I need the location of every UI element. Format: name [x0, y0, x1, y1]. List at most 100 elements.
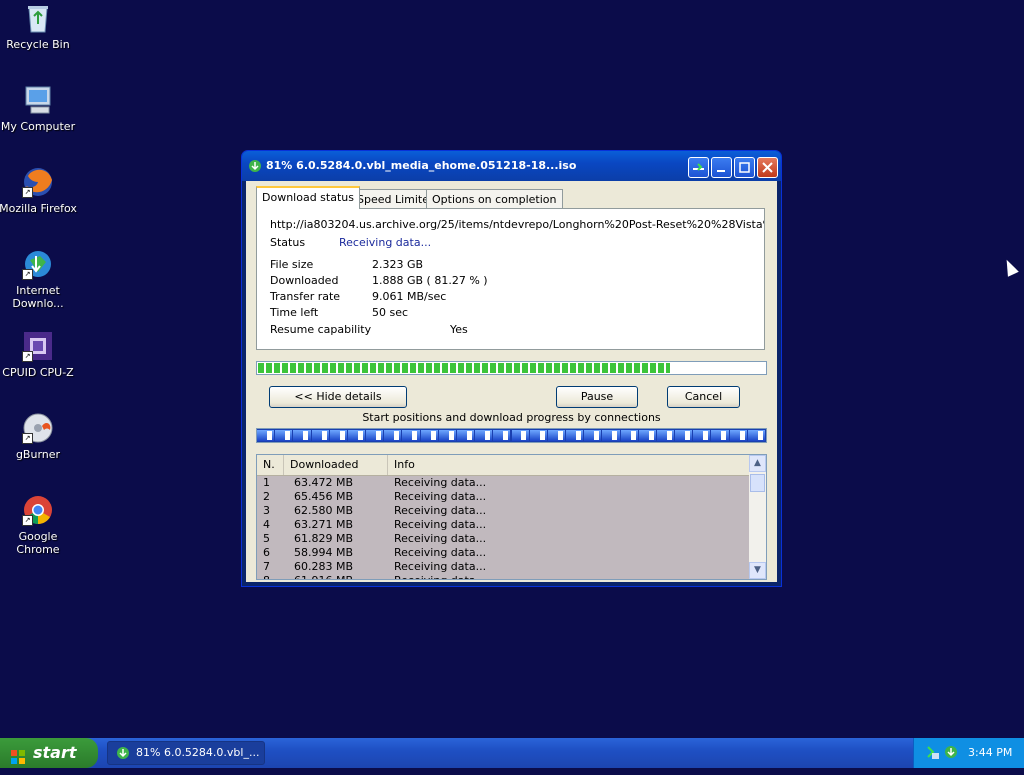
window-titlebar[interactable]: 81% 6.0.5284.0.vbl_media_ehome.051218-18… [242, 151, 781, 181]
connection-start-marker [448, 431, 454, 440]
clock[interactable]: 3:44 PM [968, 746, 1012, 759]
connections-progress-bar [256, 428, 767, 443]
connection-row[interactable]: 6 58.994 MB Receiving data... [257, 546, 750, 560]
download-progress-bar [256, 361, 767, 375]
connection-start-marker [521, 431, 527, 440]
connection-number: 8 [263, 574, 270, 579]
download-progress-window[interactable]: 81% 6.0.5284.0.vbl_media_ehome.051218-18… [241, 150, 782, 587]
taskbar-button-download[interactable]: 81% 6.0.5284.0.vbl_... [107, 741, 265, 765]
download-url: http://ia803204.us.archive.org/25/items/… [270, 218, 764, 231]
desktop-icon-label: My Computer [0, 120, 76, 133]
connection-start-marker [430, 431, 436, 440]
connection-start-marker [285, 431, 291, 440]
tab-download-status[interactable]: Download status [256, 186, 360, 209]
connection-row[interactable]: 3 62.580 MB Receiving data... [257, 504, 750, 518]
connections-list-header: N. Downloaded Info [257, 455, 750, 476]
idm-tray-icon[interactable] [944, 745, 958, 762]
taskbar-button-label: 81% 6.0.5284.0.vbl_... [136, 746, 260, 759]
connections-list[interactable]: N. Downloaded Info 1 63.472 MB Receiving d… [256, 454, 767, 580]
status-label: Status [270, 236, 306, 249]
connection-downloaded: 62.580 MB [294, 504, 354, 517]
window-client-area: Download status Speed Limiter Options on… [246, 181, 777, 582]
desktop-icon-internet-download-manager[interactable]: ↗ Internet Downlo... [0, 248, 78, 310]
connection-start-marker [612, 431, 618, 440]
connection-row[interactable]: 7 60.283 MB Receiving data... [257, 560, 750, 574]
connection-start-marker [412, 431, 418, 440]
connection-number: 7 [263, 560, 270, 573]
cancel-button[interactable]: Cancel [667, 386, 740, 408]
connection-start-marker [339, 431, 345, 440]
connection-row[interactable]: 1 63.472 MB Receiving data... [257, 476, 750, 490]
shortcut-arrow-icon: ↗ [22, 433, 33, 444]
firefox-icon: ↗ [22, 166, 54, 198]
connection-info: Receiving data... [394, 574, 486, 579]
desktop-icon-label: CPUID CPU-Z [2, 366, 74, 379]
shortcut-arrow-icon: ↗ [22, 269, 33, 280]
connection-info: Receiving data... [394, 546, 487, 559]
connection-downloaded: 63.472 MB [294, 476, 354, 489]
connection-start-marker [466, 431, 472, 440]
scroll-down-button[interactable]: ▼ [749, 562, 766, 579]
connection-start-marker [576, 431, 582, 440]
window-title: 81% 6.0.5284.0.vbl_media_ehome.051218-18… [266, 159, 577, 172]
minimize-button[interactable] [711, 157, 732, 178]
my-computer-icon [22, 84, 54, 116]
connections-list-scrollbar[interactable]: ▲ ▼ [749, 455, 766, 579]
connection-row[interactable]: 4 63.271 MB Receiving data... [257, 518, 750, 532]
desktop-icon-recycle-bin[interactable]: Recycle Bin [0, 2, 78, 51]
connection-start-marker [666, 431, 672, 440]
connection-start-marker [630, 431, 636, 440]
idm-minimize-to-tray-button[interactable] [688, 157, 709, 178]
hide-details-button[interactable]: << Hide details [269, 386, 407, 408]
idm-app-icon [116, 746, 130, 760]
chevron-down-icon: ▼ [754, 565, 761, 575]
column-header-n[interactable]: N. [257, 455, 284, 475]
tab-options-on-completion[interactable]: Options on completion [426, 189, 563, 208]
resume-capability-value: Yes [450, 323, 468, 336]
desktop-icon-chrome[interactable]: ↗ Google Chrome [0, 494, 78, 556]
close-button[interactable] [757, 157, 778, 178]
desktop-icon-my-computer[interactable]: My Computer [0, 84, 78, 133]
connection-start-marker [685, 431, 691, 440]
internet-download-manager-icon: ↗ [22, 248, 54, 280]
connection-number: 2 [263, 490, 270, 503]
network-tray-icon[interactable] [926, 745, 940, 764]
connection-row[interactable]: 5 61.829 MB Receiving data... [257, 532, 750, 546]
connection-start-marker [266, 431, 272, 440]
start-button[interactable]: start [0, 738, 98, 768]
connection-start-marker [648, 431, 654, 440]
column-header-info[interactable]: Info [388, 455, 750, 475]
desktop-icon-firefox[interactable]: ↗ Mozilla Firefox [0, 166, 78, 215]
windows-logo-icon [10, 745, 26, 764]
desktop-icon-cpu-z[interactable]: ↗ CPUID CPU-Z [0, 330, 78, 379]
chevron-up-icon: ▲ [754, 458, 761, 468]
connection-row[interactable]: 2 65.456 MB Receiving data... [257, 490, 750, 504]
connection-start-marker [757, 431, 763, 440]
idm-app-icon [248, 159, 262, 173]
desktop-icon-label: Mozilla Firefox [0, 202, 77, 215]
connection-downloaded: 58.994 MB [294, 546, 354, 559]
connection-info: Receiving data... [394, 476, 487, 489]
connection-start-marker [321, 431, 327, 440]
connection-row[interactable]: 8 61.916 MB Receiving data... [257, 574, 750, 579]
connection-downloaded: 63.271 MB [294, 518, 354, 531]
connection-start-marker [503, 431, 509, 440]
shortcut-arrow-icon: ↗ [22, 515, 33, 526]
gburner-icon: ↗ [22, 412, 54, 444]
desktop-icon-label: Recycle Bin [6, 38, 70, 51]
desktop-icon-label: gBurner [15, 448, 61, 461]
connection-info: Receiving data... [394, 518, 487, 531]
connection-downloaded: 61.829 MB [294, 532, 354, 545]
resume-capability-label: Resume capability [270, 323, 372, 336]
column-header-downloaded[interactable]: Downloaded [284, 455, 388, 475]
connection-start-marker [721, 431, 727, 440]
connection-downloaded: 60.283 MB [294, 560, 354, 573]
connection-number: 3 [263, 504, 270, 517]
pause-button[interactable]: Pause [556, 386, 638, 408]
maximize-button[interactable] [734, 157, 755, 178]
desktop-icon-gburner[interactable]: ↗ gBurner [0, 412, 78, 461]
scroll-thumb[interactable] [750, 474, 765, 492]
connection-info: Receiving data... [394, 504, 487, 517]
scroll-up-button[interactable]: ▲ [749, 455, 766, 472]
status-value: Receiving data... [339, 236, 432, 249]
